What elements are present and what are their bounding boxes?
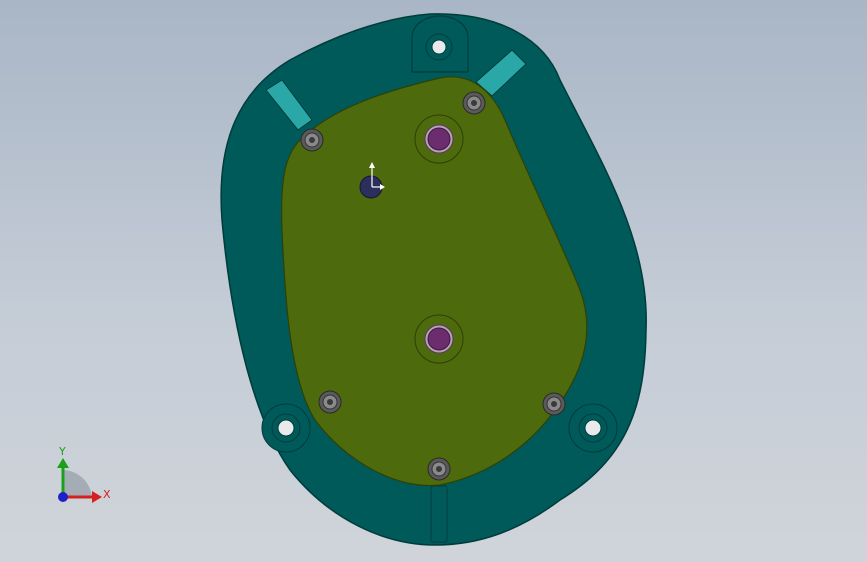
bolt[interactable] <box>300 128 324 152</box>
x-axis-label: X <box>103 488 111 501</box>
mounting-lug-left <box>261 403 311 453</box>
mounting-hole[interactable] <box>277 419 295 437</box>
mounting-lug-top <box>411 15 469 73</box>
bolt[interactable] <box>542 392 566 416</box>
mounting-hole[interactable] <box>584 419 602 437</box>
model-canvas[interactable]: Y X <box>0 0 867 562</box>
view-triad[interactable]: Y X <box>57 445 111 503</box>
bolt[interactable] <box>318 390 342 414</box>
bolt[interactable] <box>462 91 486 115</box>
bolt[interactable] <box>427 457 451 481</box>
mounting-hole[interactable] <box>431 39 447 55</box>
triad-shadow <box>63 470 92 497</box>
mounting-lug-right <box>568 403 618 453</box>
graphics-viewport[interactable]: Y X <box>0 0 867 562</box>
slot[interactable] <box>430 485 448 543</box>
y-axis-label: Y <box>58 445 66 458</box>
z-axis-dot <box>58 492 68 502</box>
